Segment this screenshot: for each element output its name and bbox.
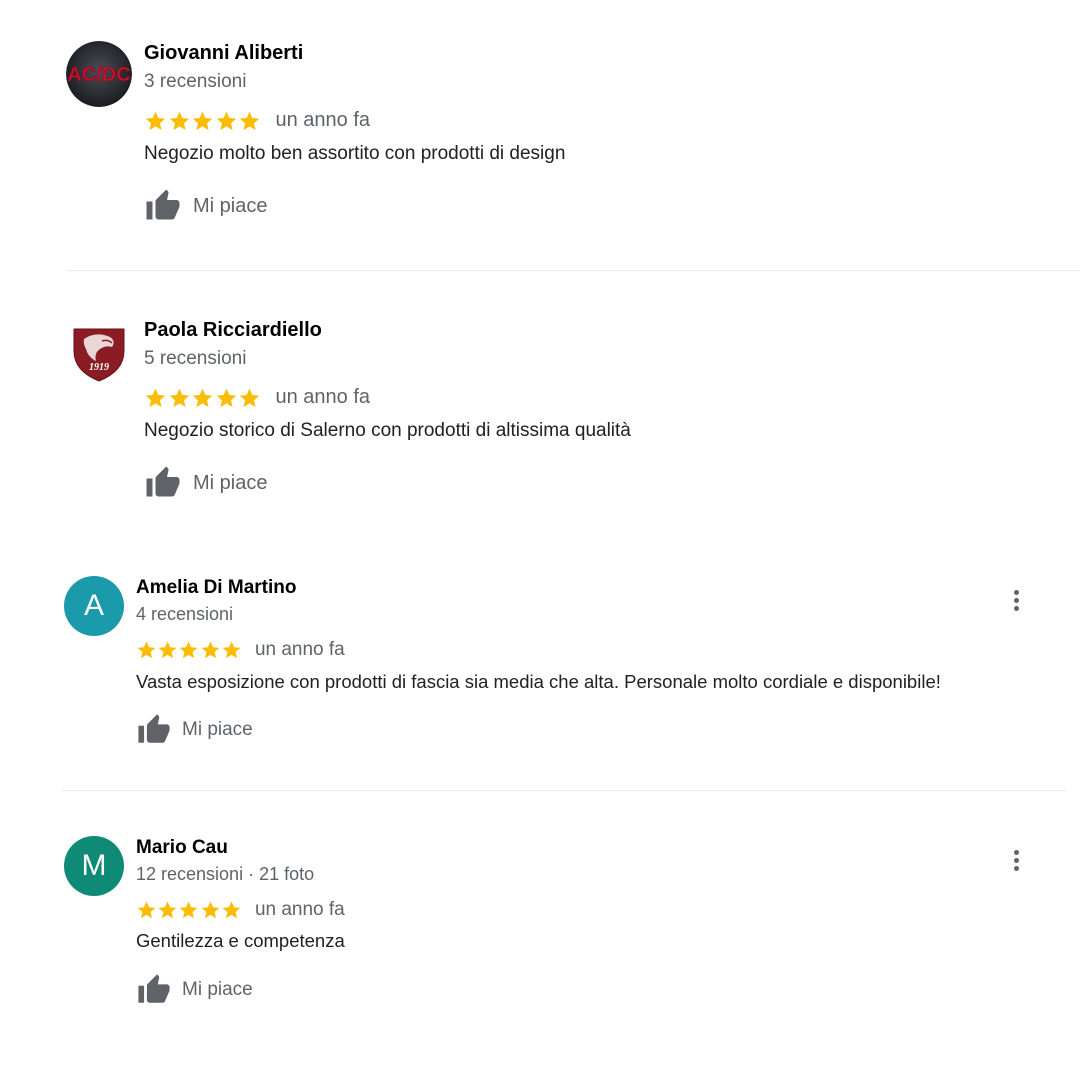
more-options-button[interactable] xyxy=(1004,846,1028,874)
avatar[interactable]: A xyxy=(64,576,124,636)
review-card: M Mario Cau 12 recensioni · 21 foto un a… xyxy=(0,820,1080,1050)
like-button[interactable]: Mi piace xyxy=(136,973,253,1007)
rating-row: un anno fa xyxy=(136,639,345,661)
divider xyxy=(62,790,1066,791)
review-count[interactable]: 3 recensioni xyxy=(144,71,246,93)
review-time: un anno fa xyxy=(275,386,371,408)
avatar-letter: A xyxy=(83,589,104,622)
more-vert-icon-dot xyxy=(1013,597,1019,603)
rating-row: un anno fa xyxy=(144,109,370,132)
review-time: un anno fa xyxy=(254,899,345,920)
star-icon xyxy=(222,641,241,659)
rating-row: un anno fa xyxy=(136,899,345,921)
avatar-crest-text: 1919 xyxy=(89,362,109,373)
star-icon xyxy=(158,901,177,919)
review-count[interactable]: 4 recensioni xyxy=(136,604,233,625)
star-icon xyxy=(145,388,166,407)
star-icon xyxy=(169,111,189,130)
avatar-logo-text: AC/DC xyxy=(67,64,130,86)
review-text: Gentilezza e competenza xyxy=(136,930,345,951)
star-rating xyxy=(136,900,242,920)
more-vert-icon-dot xyxy=(1013,589,1019,595)
more-options-button[interactable] xyxy=(1004,586,1028,614)
star-icon xyxy=(158,641,177,659)
star-rating xyxy=(144,110,262,132)
reviewer-name[interactable]: Mario Cau xyxy=(136,837,228,859)
review-count[interactable]: 12 recensioni · 21 foto xyxy=(136,864,314,885)
more-vert-icon-dot xyxy=(1013,865,1019,871)
star-icon xyxy=(201,901,219,919)
star-icon xyxy=(180,901,198,919)
star-icon xyxy=(216,111,236,130)
star-icon xyxy=(239,111,260,130)
review-time: un anno fa xyxy=(275,109,371,131)
acdc-logo-avatar: AC/DC xyxy=(66,41,132,107)
reviewer-name[interactable]: Giovanni Aliberti xyxy=(144,42,303,65)
star-icon xyxy=(192,111,213,130)
star-icon xyxy=(239,388,260,407)
thumbs-up-icon xyxy=(138,974,170,1003)
thumbs-up-icon xyxy=(138,714,170,743)
avatar[interactable]: AC/DC xyxy=(66,41,132,107)
review-text: Negozio storico di Salerno con prodotti … xyxy=(144,420,631,441)
star-icon xyxy=(216,388,236,407)
avatar[interactable]: M xyxy=(64,836,124,896)
star-icon xyxy=(169,388,189,407)
star-icon xyxy=(180,641,198,659)
reviewer-name[interactable]: Paola Ricciardiello xyxy=(144,319,322,342)
avatar-letter: M xyxy=(81,849,107,882)
star-icon xyxy=(137,641,156,659)
review-card: A Amelia Di Martino 4 recensioni un anno… xyxy=(0,560,1080,790)
review-count[interactable]: 5 recensioni xyxy=(144,348,246,370)
star-icon xyxy=(137,901,156,919)
reviewer-name[interactable]: Amelia Di Martino xyxy=(136,577,296,599)
like-label: Mi piace xyxy=(182,979,253,1000)
thumbs-up-icon xyxy=(146,466,180,497)
star-rating xyxy=(144,387,262,409)
more-vert-icon-dot xyxy=(1013,605,1019,611)
star-icon xyxy=(192,388,213,407)
star-icon xyxy=(201,641,219,659)
star-icon xyxy=(145,111,166,130)
like-button[interactable]: Mi piace xyxy=(136,713,253,747)
review-card: AC/DC Giovanni Aliberti 3 recensioni un … xyxy=(0,0,1080,270)
like-button[interactable]: Mi piace xyxy=(144,188,267,224)
like-label: Mi piace xyxy=(193,471,268,494)
avatar[interactable]: 1919 xyxy=(66,317,132,383)
star-icon xyxy=(222,901,241,919)
like-label: Mi piace xyxy=(193,194,268,217)
divider xyxy=(66,270,1080,271)
more-vert-icon-dot xyxy=(1013,857,1019,863)
salernitana-crest-avatar: 1919 xyxy=(66,317,132,383)
like-button[interactable]: Mi piace xyxy=(144,465,267,501)
more-vert-icon-dot xyxy=(1013,849,1019,855)
review-text: Negozio molto ben assortito con prodotti… xyxy=(144,143,566,164)
review-text: Vasta esposizione con prodotti di fascia… xyxy=(136,671,941,692)
rating-row: un anno fa xyxy=(144,386,370,409)
star-rating xyxy=(136,640,242,660)
review-time: un anno fa xyxy=(254,639,345,660)
like-label: Mi piace xyxy=(182,719,253,740)
review-card: 1919 Paola Ricciardiello 5 recensioni un… xyxy=(0,272,1080,542)
thumbs-up-icon xyxy=(146,189,180,220)
